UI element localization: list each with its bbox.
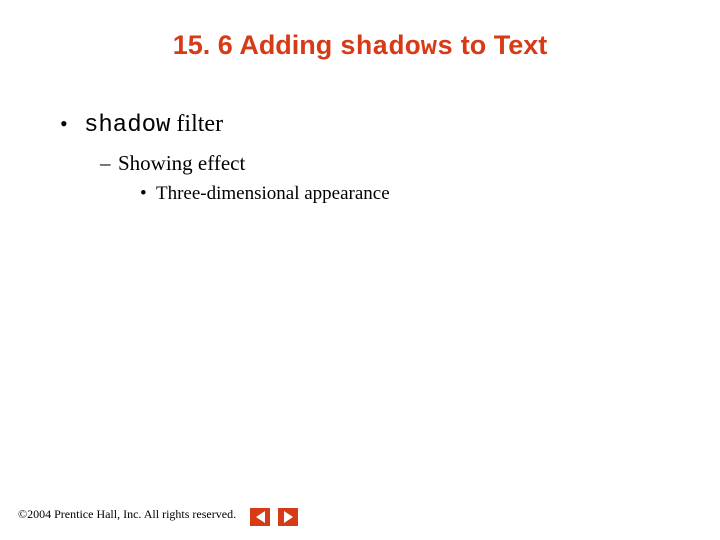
bullet-level-3: •Three-dimensional appearance — [140, 182, 680, 206]
dot-marker: • — [140, 182, 156, 206]
bullet-level-1: • shadow filter — [60, 110, 680, 140]
slide: 15. 6 Adding shadows to Text • shadow fi… — [0, 0, 720, 540]
bullet-rest: filter — [170, 111, 223, 137]
title-suffix: to Text — [453, 30, 547, 60]
prev-button[interactable] — [250, 508, 270, 526]
copyright-symbol: © — [18, 507, 27, 522]
copyright-text: 2004 Prentice Hall, Inc. All rights rese… — [27, 507, 236, 522]
slide-body: • shadow filter –Showing effect •Three-d… — [60, 110, 680, 208]
triangle-right-icon — [284, 511, 293, 523]
lvl2-text: Showing effect — [118, 151, 245, 175]
title-code: shadows — [340, 33, 453, 63]
bullet-code: shadow — [84, 112, 170, 139]
bullet-level-2: –Showing effect — [100, 150, 680, 176]
dash-marker: – — [100, 150, 118, 176]
title-prefix: 15. 6 Adding — [173, 30, 340, 60]
bullet-marker: • — [60, 110, 80, 138]
copyright-footer: © 2004 Prentice Hall, Inc. All rights re… — [18, 507, 236, 522]
slide-title: 15. 6 Adding shadows to Text — [0, 30, 720, 63]
next-button[interactable] — [278, 508, 298, 526]
bullet-content: shadow filter — [84, 111, 223, 137]
nav-buttons — [250, 508, 298, 526]
lvl3-text: Three-dimensional appearance — [156, 183, 390, 204]
triangle-left-icon — [256, 511, 265, 523]
